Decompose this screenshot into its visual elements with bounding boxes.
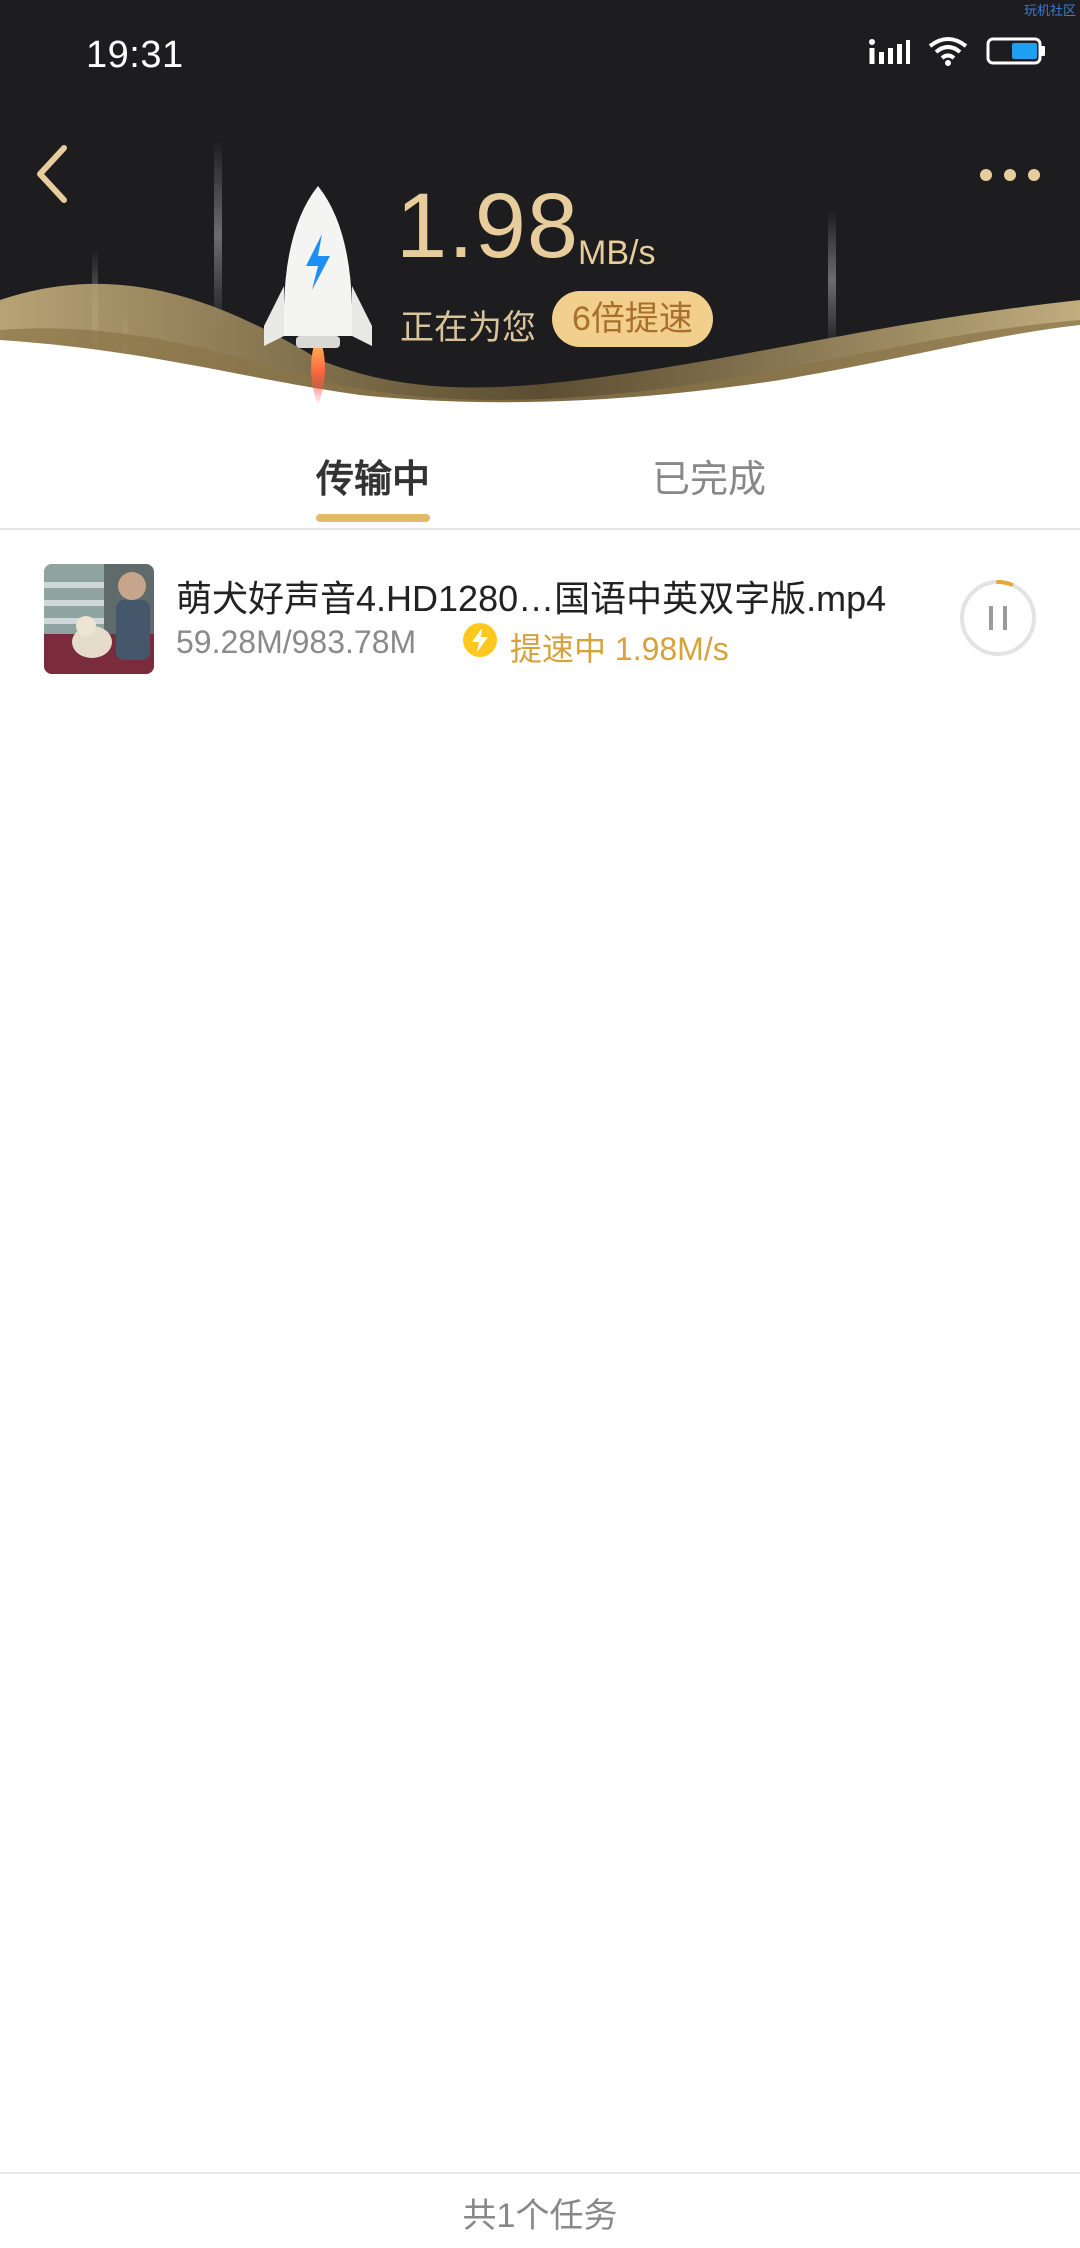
back-button[interactable] xyxy=(30,140,80,210)
back-arrow-icon xyxy=(37,145,67,203)
task-summary: 共1个任务 xyxy=(462,2197,618,2235)
speed-value: 1.98 xyxy=(396,175,580,277)
video-thumbnail xyxy=(44,564,154,674)
more-button[interactable] xyxy=(970,150,1050,200)
wifi-icon xyxy=(928,37,968,66)
file-size: 59.28M/983.78M xyxy=(176,624,417,660)
list-item[interactable]: 萌犬好声音4.HD1280…国语中英双字版.mp4 59.28M/983.78M… xyxy=(0,540,1080,690)
signal-icon xyxy=(869,39,910,64)
more-dot xyxy=(1004,169,1016,181)
status-time: 19:31 xyxy=(86,34,184,76)
tab-completed[interactable]: 已完成 xyxy=(652,448,766,503)
pause-icon xyxy=(960,580,1036,656)
watermark: 玩机社区 xyxy=(1023,3,1076,18)
more-dot xyxy=(1028,169,1040,181)
boost-text: 正在为您 xyxy=(400,309,536,347)
tab-transferring[interactable]: 传输中 xyxy=(316,448,430,503)
tab-bar: 传输中 已完成 xyxy=(0,420,1080,530)
boost-status: 提速中 1.98M/s xyxy=(510,631,729,667)
battery-icon xyxy=(986,37,1045,65)
boost-badge: 6倍提速 xyxy=(552,291,713,347)
pause-button[interactable] xyxy=(958,578,1038,658)
speed-unit: MB/s xyxy=(578,234,656,272)
speed-header: 19:31 玩机社区 1.98 MB/s 正在为您 6倍提速 xyxy=(0,0,1080,420)
rocket-icon xyxy=(264,186,372,406)
lightning-icon xyxy=(463,623,497,657)
more-dot xyxy=(980,169,992,181)
file-name: 萌犬好声音4.HD1280…国语中英双字版.mp4 xyxy=(176,578,887,619)
task-summary-bar: 共1个任务 xyxy=(0,2172,1080,2248)
active-tab-indicator xyxy=(316,514,430,522)
status-icons xyxy=(868,36,1046,66)
